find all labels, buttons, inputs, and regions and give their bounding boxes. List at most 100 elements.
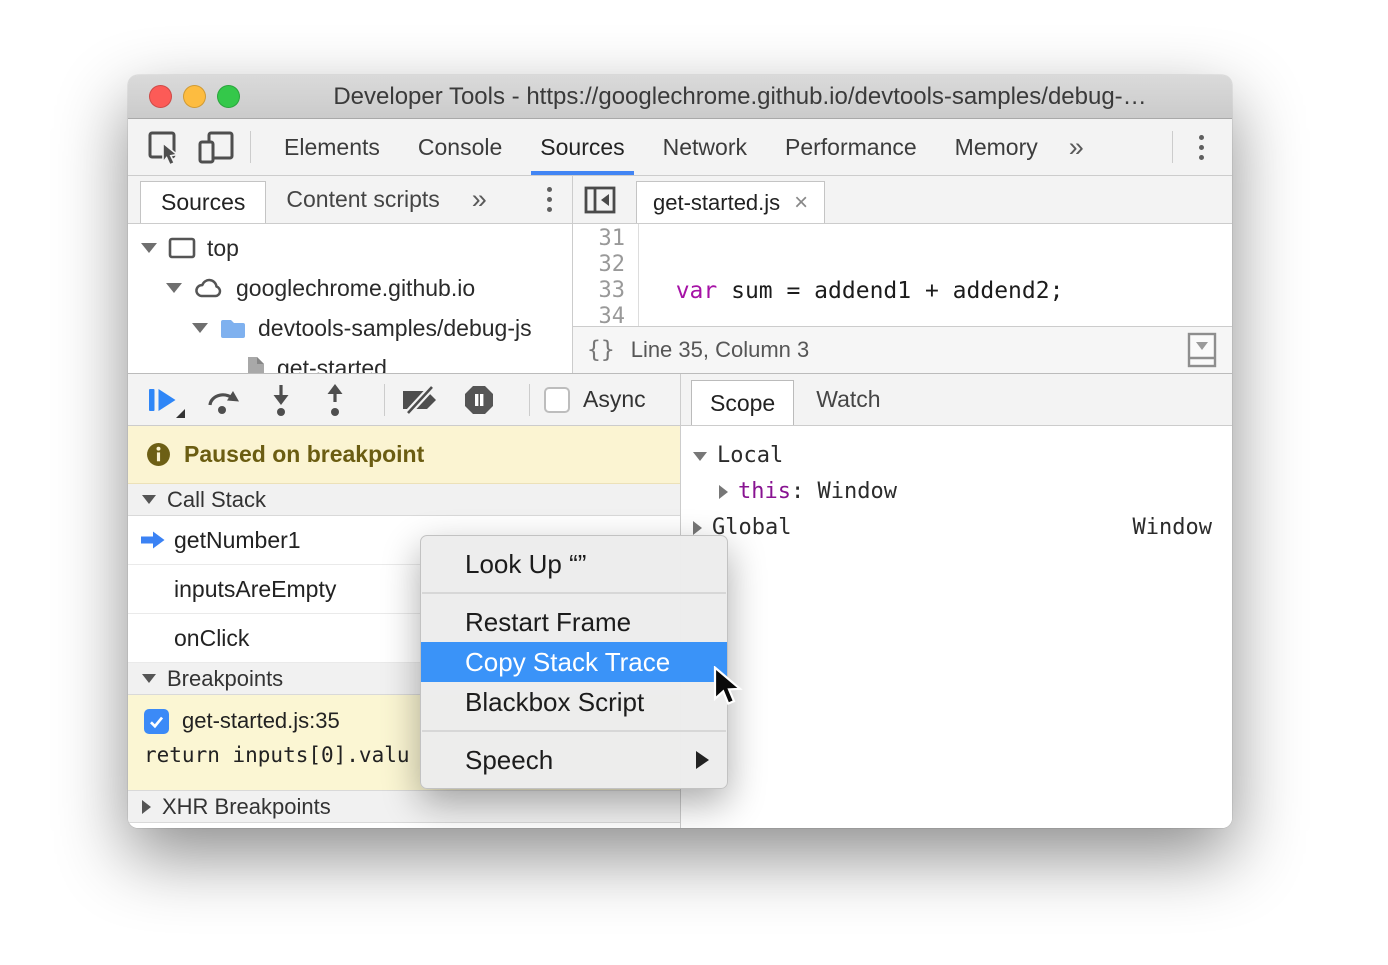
paused-banner: Paused on breakpoint bbox=[128, 426, 680, 484]
main-menu-icon[interactable] bbox=[1187, 135, 1216, 160]
minimize-window-button[interactable] bbox=[183, 85, 206, 108]
expanded-arrow-icon[interactable] bbox=[141, 243, 157, 253]
menu-item-blackbox-script[interactable]: Blackbox Script bbox=[421, 682, 727, 722]
property-name: this bbox=[738, 479, 791, 504]
close-tab-icon[interactable]: × bbox=[794, 189, 808, 217]
tree-item-file[interactable]: get-started bbox=[128, 348, 572, 373]
expand-object-icon[interactable] bbox=[719, 485, 728, 499]
frame-name: onClick bbox=[174, 625, 249, 652]
show-drawer-icon[interactable] bbox=[1186, 331, 1218, 369]
xhr-breakpoints-title: XHR Breakpoints bbox=[162, 794, 331, 820]
step-over-button[interactable] bbox=[204, 384, 242, 416]
expand-section-icon[interactable] bbox=[693, 521, 702, 535]
tab-memory[interactable]: Memory bbox=[936, 119, 1057, 175]
menu-separator bbox=[422, 592, 726, 594]
close-window-button[interactable] bbox=[149, 85, 172, 108]
cloud-icon bbox=[193, 277, 225, 299]
tree-item-label: top bbox=[207, 235, 239, 262]
more-navigator-tabs-icon[interactable]: » bbox=[460, 184, 499, 215]
step-out-button[interactable] bbox=[320, 383, 350, 417]
collapse-sidebar-icon[interactable] bbox=[582, 176, 618, 223]
tab-sources[interactable]: Sources bbox=[521, 119, 643, 175]
editor-tabbar: get-started.js × bbox=[573, 176, 1232, 224]
tab-scope[interactable]: Scope bbox=[691, 380, 794, 425]
scope-this-row[interactable]: this: Window bbox=[693, 474, 1216, 510]
devtools-window-body: Developer Tools - https://googlechrome.g… bbox=[128, 75, 1232, 828]
tab-elements[interactable]: Elements bbox=[265, 119, 399, 175]
tab-watch[interactable]: Watch bbox=[794, 374, 902, 425]
tab-network[interactable]: Network bbox=[644, 119, 766, 175]
tree-item-top[interactable]: top bbox=[128, 228, 572, 268]
line-number[interactable]: 31 bbox=[573, 226, 625, 252]
scope-section-label: Local bbox=[717, 438, 783, 474]
expand-section-icon[interactable] bbox=[142, 800, 151, 814]
editor-tab-get-started[interactable]: get-started.js × bbox=[636, 181, 825, 223]
menu-item-label: Speech bbox=[465, 745, 553, 776]
resume-script-button[interactable] bbox=[146, 384, 178, 416]
line-number-gutter[interactable]: 31 32 33 34 bbox=[573, 224, 639, 326]
editor-tab-label: get-started.js bbox=[653, 190, 780, 216]
menu-item-restart-frame[interactable]: Restart Frame bbox=[421, 602, 727, 642]
menu-item-copy-stack-trace[interactable]: Copy Stack Trace bbox=[421, 642, 727, 682]
tab-console[interactable]: Console bbox=[399, 119, 521, 175]
code-text[interactable]: var sum = addend1 + addend2; label.textC… bbox=[639, 224, 1232, 326]
code-line-31: var sum = addend1 + addend2; bbox=[648, 278, 1232, 304]
collapse-section-icon[interactable] bbox=[142, 674, 156, 683]
more-tabs-icon[interactable]: » bbox=[1057, 132, 1096, 163]
frame-icon bbox=[168, 237, 196, 259]
breakpoint-checkbox[interactable] bbox=[144, 709, 169, 734]
inspect-element-icon[interactable] bbox=[146, 129, 182, 165]
pretty-print-icon[interactable]: {} bbox=[587, 337, 615, 363]
tree-item-domain[interactable]: googlechrome.github.io bbox=[128, 268, 572, 308]
xhr-breakpoints-header[interactable]: XHR Breakpoints bbox=[128, 791, 680, 823]
collapse-section-icon[interactable] bbox=[142, 495, 156, 504]
step-into-button[interactable] bbox=[266, 383, 296, 417]
editor-pane: get-started.js × 31 32 33 34 var sum = a… bbox=[573, 176, 1232, 373]
device-toolbar-icon[interactable] bbox=[196, 129, 236, 165]
expanded-arrow-icon[interactable] bbox=[166, 283, 182, 293]
navigator-pane: Sources Content scripts » top googlechro… bbox=[128, 176, 573, 373]
devtools-window: Developer Tools - https://googlechrome.g… bbox=[128, 75, 1232, 828]
pause-on-exceptions-button[interactable] bbox=[463, 384, 495, 416]
code-editor[interactable]: 31 32 33 34 var sum = addend1 + addend2;… bbox=[573, 224, 1232, 326]
scope-global-section[interactable]: Global Window bbox=[693, 510, 1216, 546]
expanded-arrow-icon[interactable] bbox=[192, 323, 208, 333]
menu-item-speech[interactable]: Speech bbox=[421, 740, 727, 780]
frame-name: inputsAreEmpty bbox=[174, 576, 336, 603]
navigator-tabbar: Sources Content scripts » bbox=[128, 176, 572, 224]
line-number[interactable]: 34 bbox=[573, 304, 625, 326]
current-frame-arrow-icon bbox=[139, 529, 167, 551]
tree-item-label: devtools-samples/debug-js bbox=[258, 315, 532, 342]
call-stack-header[interactable]: Call Stack bbox=[128, 484, 680, 516]
resume-dropdown-icon[interactable] bbox=[176, 409, 185, 418]
context-menu: Look Up “” Restart Frame Copy Stack Trac… bbox=[420, 535, 728, 789]
submenu-arrow-icon bbox=[696, 751, 709, 769]
sources-panel: Sources Content scripts » top googlechro… bbox=[128, 176, 1232, 374]
zoom-window-button[interactable] bbox=[217, 85, 240, 108]
tab-navigator-sources[interactable]: Sources bbox=[140, 181, 266, 223]
file-tree: top googlechrome.github.io devtools-samp… bbox=[128, 224, 572, 373]
deactivate-breakpoints-button[interactable] bbox=[399, 385, 441, 415]
menu-item-look-up[interactable]: Look Up “” bbox=[421, 544, 727, 584]
async-checkbox[interactable] bbox=[544, 387, 570, 413]
scope-local-section[interactable]: Local bbox=[693, 438, 1216, 474]
debugger-toolbar: Async bbox=[128, 374, 680, 426]
tab-performance[interactable]: Performance bbox=[766, 119, 936, 175]
scope-pane: Scope Watch Local this: Window Global Wi… bbox=[681, 374, 1232, 828]
navigator-menu-icon[interactable] bbox=[535, 187, 564, 212]
line-number[interactable]: 32 bbox=[573, 252, 625, 278]
toolbar-divider bbox=[384, 384, 385, 416]
breakpoints-title: Breakpoints bbox=[167, 666, 283, 692]
breakpoint-location: get-started.js:35 bbox=[182, 708, 340, 734]
line-number[interactable]: 33 bbox=[573, 278, 625, 304]
collapse-scope-icon[interactable] bbox=[693, 452, 707, 461]
file-icon bbox=[246, 355, 266, 373]
async-checkbox-label: Async bbox=[583, 386, 646, 413]
tree-item-folder[interactable]: devtools-samples/debug-js bbox=[128, 308, 572, 348]
titlebar[interactable]: Developer Tools - https://googlechrome.g… bbox=[128, 75, 1232, 119]
frame-name: getNumber1 bbox=[174, 527, 301, 554]
paused-banner-label: Paused on breakpoint bbox=[184, 441, 424, 468]
tab-content-scripts[interactable]: Content scripts bbox=[266, 176, 459, 223]
menu-separator bbox=[422, 730, 726, 732]
scope-section-value: Window bbox=[1133, 510, 1216, 546]
